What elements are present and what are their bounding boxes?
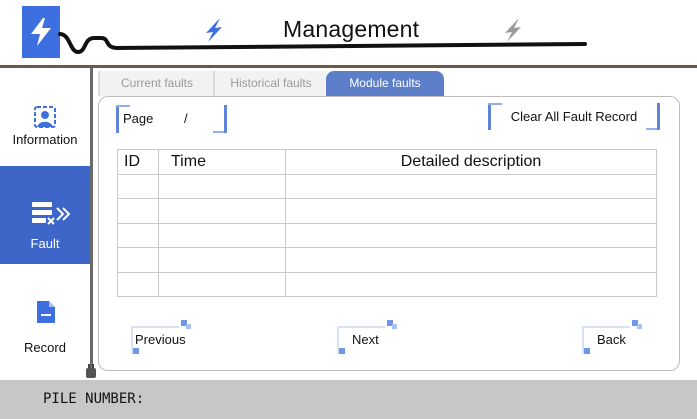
information-icon	[34, 106, 56, 128]
table-cell	[117, 222, 159, 248]
next-label: Next	[352, 332, 379, 347]
previous-button[interactable]: Previous	[131, 320, 191, 354]
page-label: Page	[123, 111, 154, 126]
table-cell	[117, 173, 159, 199]
column-header-time: Time	[158, 149, 286, 175]
record-icon	[37, 301, 55, 323]
table-cell	[285, 173, 657, 199]
clear-button-label: Clear All Fault Record	[510, 109, 638, 124]
table-cell	[158, 247, 286, 273]
bolt-left-icon	[206, 18, 222, 42]
table-row[interactable]	[117, 222, 657, 248]
back-label: Back	[597, 332, 626, 347]
table-cell	[285, 247, 657, 273]
sidebar-item-label: Record	[24, 340, 66, 355]
page-indicator[interactable]: Page /	[116, 105, 227, 133]
fault-icon	[32, 202, 70, 225]
column-header-description: Detailed description	[285, 149, 657, 175]
fault-table: ID Time Detailed description	[117, 149, 657, 297]
table-cell	[117, 271, 159, 297]
sidebar-item-record[interactable]: Record	[0, 298, 90, 368]
sidebar-divider	[90, 68, 93, 370]
table-row[interactable]	[117, 173, 657, 199]
sidebar-item-label: Information	[12, 132, 78, 147]
sidebar: Information Fault Record	[0, 68, 90, 379]
table-row[interactable]	[117, 271, 657, 297]
bolt-right-icon	[505, 18, 521, 42]
pile-number-label: PILE NUMBER:	[43, 391, 145, 407]
table-cell	[158, 198, 286, 224]
sidebar-item-information[interactable]: Information	[0, 98, 90, 173]
back-button[interactable]: Back	[582, 320, 642, 354]
table-cell	[285, 222, 657, 248]
next-button[interactable]: Next	[337, 320, 397, 354]
table-cell	[117, 247, 159, 273]
table-cell	[117, 198, 159, 224]
column-header-id: ID	[117, 149, 159, 175]
previous-label: Previous	[135, 332, 186, 347]
tab-historical-faults[interactable]: Historical faults	[213, 71, 327, 96]
plug-icon	[86, 364, 96, 378]
sidebar-item-label: Fault	[30, 236, 60, 251]
table-header-row: ID Time Detailed description	[117, 149, 657, 175]
page-separator: /	[184, 111, 188, 126]
table-row[interactable]	[117, 198, 657, 224]
table-cell	[158, 173, 286, 199]
clear-all-fault-record-button[interactable]: Clear All Fault Record	[488, 103, 660, 130]
table-row[interactable]	[117, 247, 657, 273]
header-divider	[0, 65, 697, 68]
table-cell	[158, 271, 286, 297]
page-title: Management	[283, 16, 420, 42]
tab-current-faults[interactable]: Current faults	[98, 71, 214, 96]
table-cell	[285, 198, 657, 224]
tab-module-faults[interactable]: Module faults	[326, 71, 444, 96]
table-cell	[158, 222, 286, 248]
table-cell	[285, 271, 657, 297]
sidebar-item-fault[interactable]: Fault	[0, 166, 90, 264]
